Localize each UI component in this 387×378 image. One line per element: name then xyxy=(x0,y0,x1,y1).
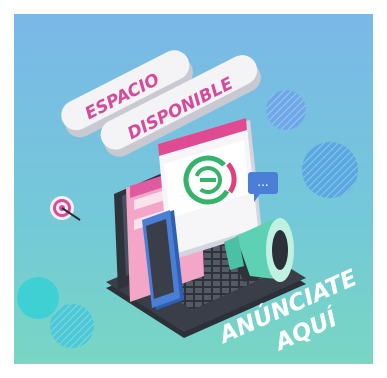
ad-banner[interactable]: ESPACIO DISPONIBLE ... ANÚNCIATE AQUÍ xyxy=(14,14,373,364)
banner-illustration: ESPACIO DISPONIBLE ... ANÚNCIATE AQUÍ xyxy=(14,14,373,364)
deco-circle xyxy=(50,304,94,348)
deco-circle xyxy=(302,142,358,198)
deco-circle xyxy=(266,90,306,130)
deco-circle xyxy=(17,277,59,319)
chat-bubble-text: ... xyxy=(257,175,268,189)
